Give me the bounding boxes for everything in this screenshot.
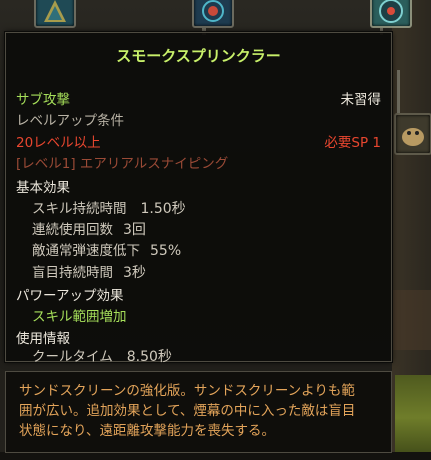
skill-tooltip: スモークスプリンクラー サブ攻撃 未習得 レベルアップ条件 20レベル以上 必要… <box>5 32 392 365</box>
description-line: 囲が広い。追加効果として、煙幕の中に入った敵は盲目 <box>19 403 356 419</box>
effect-value: 55% <box>150 243 182 259</box>
description-line: 状態になり、遠距離攻撃能力を喪失する。 <box>19 423 275 439</box>
skill-description: サンドスクリーンの強化版。サンドスクリーンよりも範 囲が広い。追加効果として、煙… <box>19 381 384 441</box>
effect-row: 連続使用回数 3回 <box>32 218 146 239</box>
effect-label: 敵通常弾速度低下 <box>32 243 140 259</box>
level-requirement: 20レベル以上 <box>16 135 101 151</box>
effect-row: 盲目持続時間 3秒 <box>32 261 146 282</box>
levelup-heading: レベルアップ条件 <box>16 113 124 129</box>
effect-label: 盲目持続時間 <box>32 265 113 281</box>
prerequisite-skill: [レベル1] エアリアルスナイピング <box>16 156 229 172</box>
skill-tree-connector <box>397 70 400 114</box>
powerup-effect: スキル範囲増加 <box>32 309 127 325</box>
field-background <box>395 375 431 460</box>
required-sp: 必要SP 1 <box>324 135 381 151</box>
powerup-heading: パワーアップ効果 <box>16 288 124 304</box>
effect-row: 敵通常弾速度低下 55% <box>32 239 181 259</box>
description-line: サンドスクリーンの強化版。サンドスクリーンよりも範 <box>19 383 355 399</box>
skill-description-box: サンドスクリーンの強化版。サンドスクリーンよりも範 囲が広い。追加効果として、煙… <box>5 371 392 453</box>
cooldown-value: 8.50秒 <box>126 349 172 365</box>
skill-slot-icon[interactable] <box>394 113 431 155</box>
skill-slot-icon[interactable] <box>370 0 412 28</box>
effect-label: スキル持続時間 <box>32 201 127 217</box>
side-panel-lower <box>392 290 431 350</box>
effect-value: 3回 <box>123 222 146 238</box>
effect-value: 1.50秒 <box>140 201 186 217</box>
skill-category: サブ攻撃 <box>16 92 70 108</box>
skill-slot-icon[interactable] <box>192 0 234 28</box>
cooldown-row: クールタイム 8.50秒 <box>32 345 172 366</box>
usage-heading: 使用情報 <box>16 331 70 347</box>
effect-row: スキル持続時間 1.50秒 <box>32 197 186 218</box>
skill-slot-icon[interactable] <box>34 0 76 28</box>
cooldown-label: クールタイム <box>32 349 113 365</box>
skill-title: スモークスプリンクラー <box>116 47 281 65</box>
effect-value: 3秒 <box>123 265 146 281</box>
effect-label: 連続使用回数 <box>32 222 113 238</box>
skill-status: 未習得 <box>340 92 382 108</box>
bottom-strip <box>0 452 431 460</box>
basic-effect-heading: 基本効果 <box>16 180 70 196</box>
